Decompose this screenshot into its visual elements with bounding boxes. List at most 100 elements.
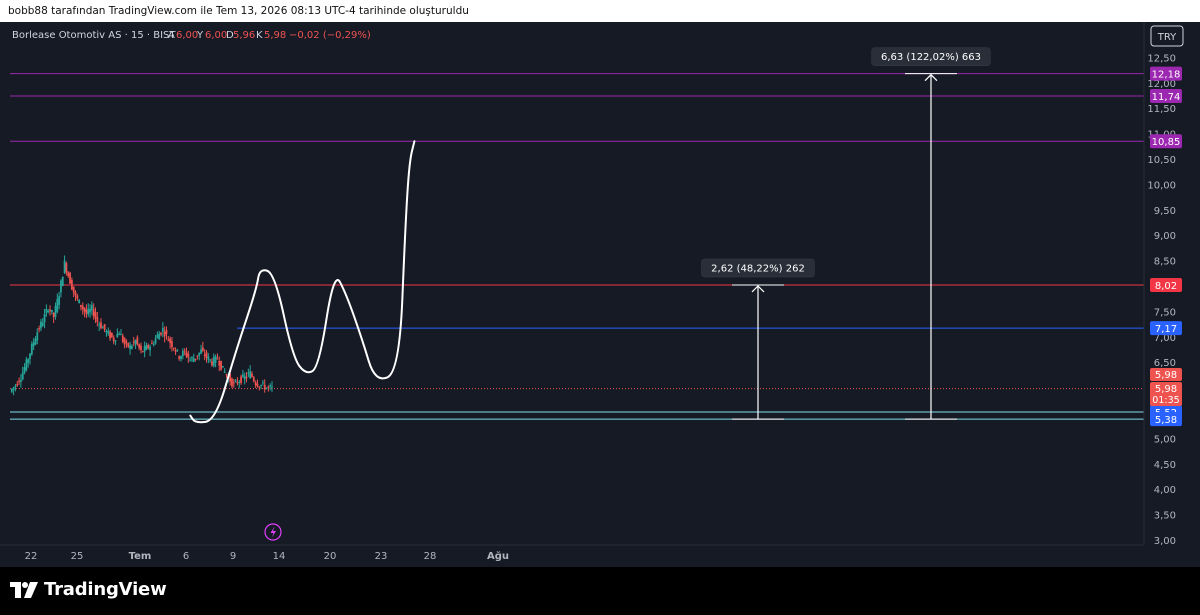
measure-label: 6,63 (122,02%) 663 xyxy=(881,52,981,63)
candle-body xyxy=(92,309,95,317)
candle-body xyxy=(160,332,162,335)
candle-body xyxy=(180,356,182,360)
candle-body xyxy=(163,331,166,337)
currency-button[interactable]: TRY xyxy=(1150,25,1184,47)
projection-path[interactable] xyxy=(189,140,416,424)
candle-body xyxy=(243,375,246,380)
candle-body xyxy=(269,385,272,387)
candle-body xyxy=(69,272,71,284)
candle-body xyxy=(127,342,130,347)
candle-body xyxy=(192,358,195,362)
price-tick-label: 12,50 xyxy=(1147,53,1176,64)
candle-body xyxy=(149,346,151,351)
price-badge-label: 8,02 xyxy=(1155,281,1177,292)
candle-body xyxy=(220,360,222,370)
candle-body xyxy=(45,308,48,313)
price-axis-badges: 12,1811,7410,858,027,175,525,385,985,980… xyxy=(1150,66,1182,427)
lightning-event-icon[interactable] xyxy=(264,523,282,541)
candle-body xyxy=(147,345,150,348)
candle-body xyxy=(165,329,168,335)
price-tick-label: 10,00 xyxy=(1147,180,1176,191)
candle-body xyxy=(238,381,241,383)
candle-body xyxy=(54,306,57,317)
price-tick-label: 8,50 xyxy=(1154,257,1176,268)
tradingview-logo[interactable]: TradingView xyxy=(10,579,167,600)
candle-body xyxy=(140,345,142,351)
candle-body xyxy=(101,327,104,329)
bar-close-label: 5,98 xyxy=(1155,370,1177,381)
candle-body xyxy=(109,331,111,339)
candle-body xyxy=(116,333,119,338)
price-tick-label: 6,50 xyxy=(1154,358,1176,369)
time-tick-label: 6 xyxy=(183,551,189,562)
candle-body xyxy=(112,337,115,342)
candle-body xyxy=(143,346,146,352)
price-badge-label: 5,38 xyxy=(1155,415,1177,426)
time-tick-label: 22 xyxy=(25,551,38,562)
candle-body xyxy=(98,324,101,326)
candle-body xyxy=(134,340,137,345)
candle-body xyxy=(156,334,159,339)
measure-tools[interactable]: 2,62 (48,22%) 262 6,63 (122,02%) 663 xyxy=(701,47,991,420)
candle-body xyxy=(132,341,135,343)
measure-tool[interactable]: 6,63 (122,02%) 663 xyxy=(871,47,991,420)
price-tick-label: 9,00 xyxy=(1154,231,1176,242)
candle-body xyxy=(252,377,255,382)
candle-body xyxy=(231,378,233,387)
price-chart[interactable]: 2,62 (48,22%) 262 6,63 (122,02%) 663 3,00… xyxy=(0,22,1200,567)
price-axis-ticks: 3,003,504,004,505,005,506,006,507,007,50… xyxy=(1147,53,1176,547)
candle-body xyxy=(21,372,24,380)
close-label: K xyxy=(256,30,263,41)
candle-body xyxy=(172,348,175,350)
candle-body xyxy=(118,333,121,335)
candle-body xyxy=(158,333,161,340)
candle-body xyxy=(20,379,22,382)
measure-tool[interactable]: 2,62 (48,22%) 262 xyxy=(701,258,815,420)
candle-body xyxy=(271,386,273,388)
candle-body xyxy=(187,353,190,358)
currency-label: TRY xyxy=(1157,32,1177,43)
tradingview-wordmark: TradingView xyxy=(44,579,167,600)
share-caption-bar: bobb88 tarafından TradingView.com ile Te… xyxy=(0,0,1200,22)
candle-body xyxy=(90,305,93,311)
time-axis-ticks: 22 25 Tem 6 9 14 20 23 28 Ağu xyxy=(25,550,509,562)
candle-body xyxy=(212,357,215,366)
price-tick-label: 9,50 xyxy=(1154,206,1176,217)
candle-body xyxy=(251,373,253,377)
candle-body xyxy=(223,371,226,373)
candle-body xyxy=(176,349,179,351)
candle-body xyxy=(262,382,264,384)
price-tick-label: 10,50 xyxy=(1147,155,1176,166)
candle-body xyxy=(38,328,41,330)
candle-body xyxy=(70,279,73,290)
candle-body xyxy=(258,386,261,388)
candle-body xyxy=(265,387,268,389)
candle-body xyxy=(96,317,99,322)
candle-body xyxy=(105,330,108,333)
time-tick-label: 25 xyxy=(71,551,84,562)
projection-drawing[interactable] xyxy=(189,140,416,424)
chart-area[interactable]: 2,62 (48,22%) 262 6,63 (122,02%) 663 3,00… xyxy=(0,22,1200,567)
high-value: 6,00 xyxy=(205,30,227,41)
candle-body xyxy=(234,380,237,382)
candle-body xyxy=(178,356,181,359)
price-tick-label: 5,00 xyxy=(1154,434,1176,445)
candle-body xyxy=(129,345,131,349)
candle-body xyxy=(183,350,186,352)
candle-body xyxy=(25,359,28,371)
price-tick-label: 3,50 xyxy=(1154,511,1176,522)
price-tick-label: 3,00 xyxy=(1154,536,1176,547)
candle-body xyxy=(198,352,201,356)
candle-body xyxy=(94,311,97,319)
candle-body xyxy=(260,384,262,386)
candle-body xyxy=(247,372,250,374)
price-badge-label: 11,74 xyxy=(1152,92,1181,103)
candle-body xyxy=(14,385,17,387)
ohlc-legend: A 6,00 Y 6,00 D 5,96 K 5,98 −0,02 (−0,29… xyxy=(168,30,371,41)
time-tick-label: Tem xyxy=(129,551,152,562)
candle-body xyxy=(151,343,153,345)
countdown-label: 01:35 xyxy=(1152,395,1179,406)
candle-body xyxy=(60,280,62,293)
horizontal-lines[interactable] xyxy=(10,73,1144,420)
candle-body xyxy=(154,338,157,344)
